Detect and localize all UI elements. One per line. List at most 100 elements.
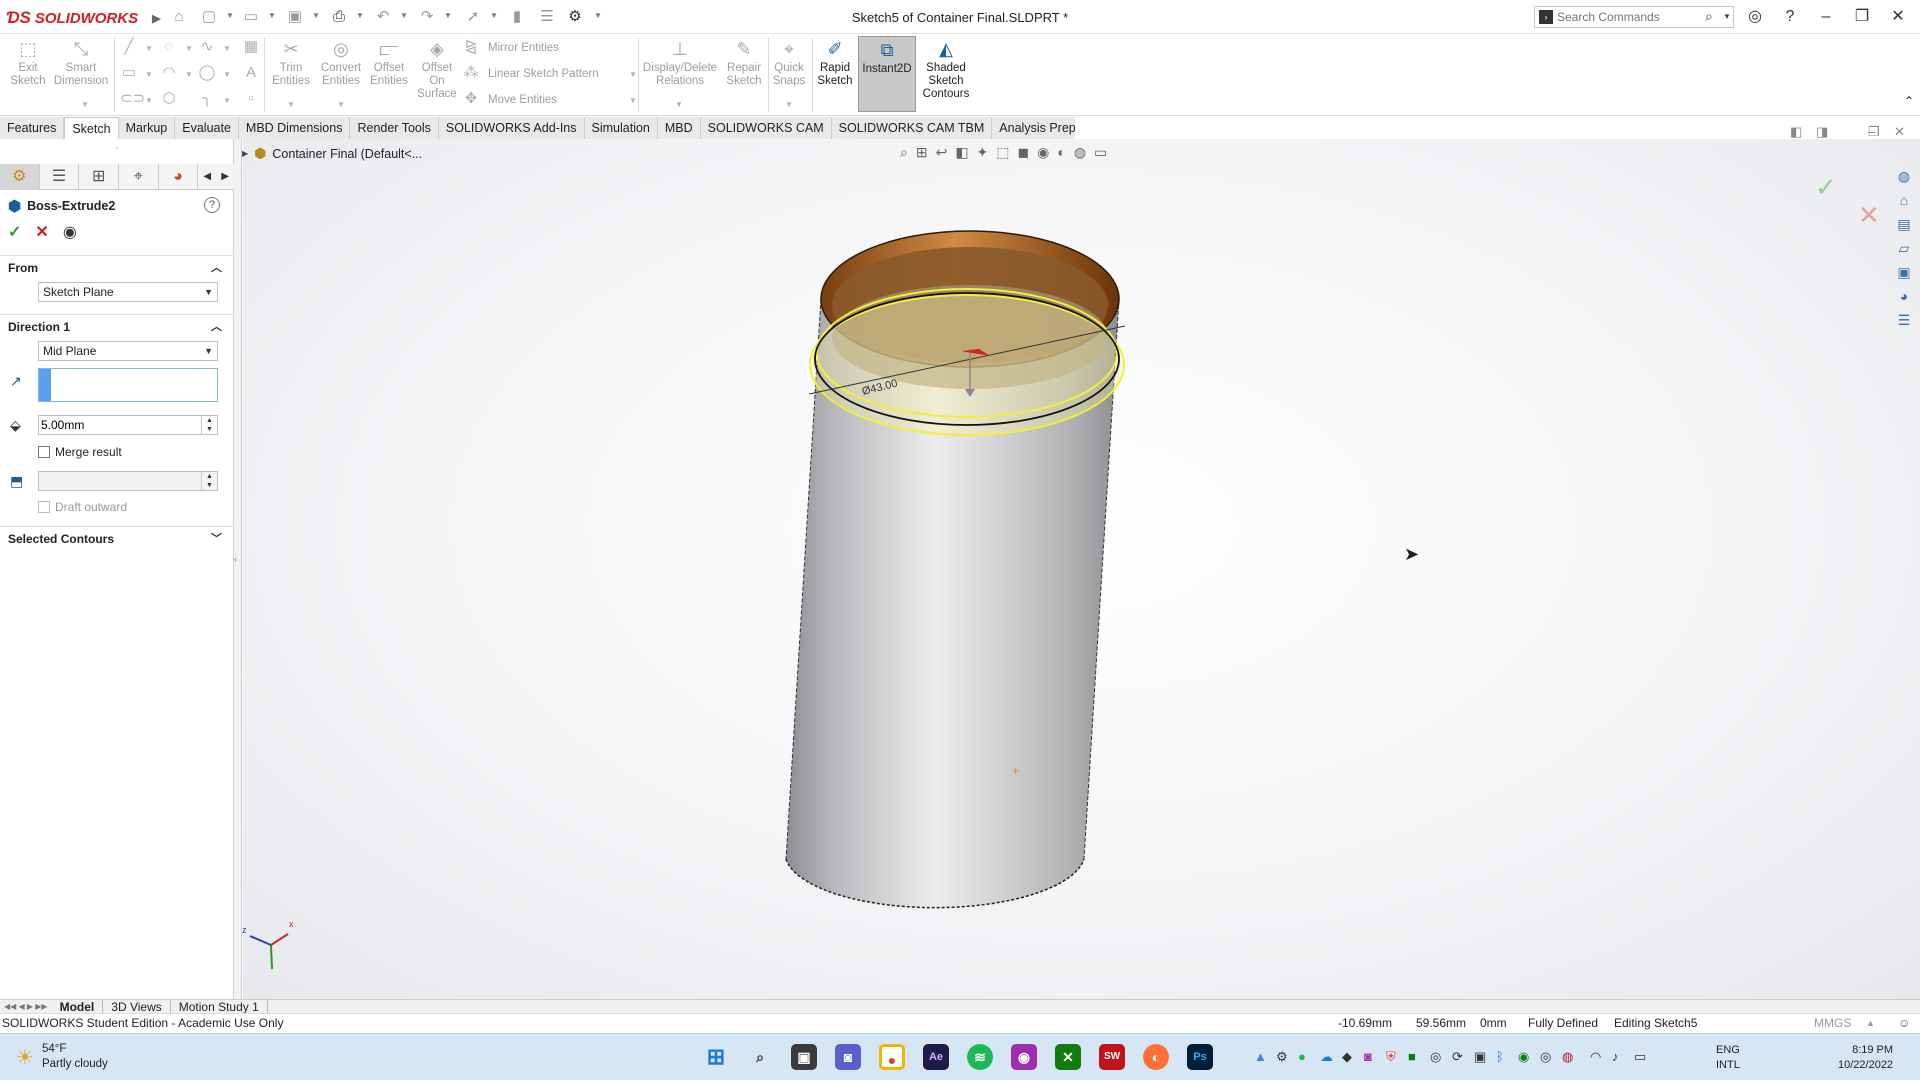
- confirm-cancel-icon[interactable]: ✕: [1858, 200, 1880, 231]
- from-dropdown[interactable]: Sketch Plane ▼: [38, 282, 218, 302]
- clock[interactable]: 8:19 PM 10/22/2022: [1838, 1043, 1893, 1073]
- spin-arrows-icon[interactable]: ▲ ▼: [201, 416, 217, 434]
- units-selector[interactable]: MMGS: [1814, 1014, 1851, 1033]
- direction-selection-box[interactable]: [38, 368, 218, 402]
- direction1-section-header[interactable]: Direction 1 ︿: [0, 314, 234, 338]
- firefox-icon[interactable]: ◐: [1143, 1044, 1169, 1070]
- rectangle-dropdown-icon[interactable]: ▼: [140, 66, 158, 84]
- expand-caret-icon[interactable]: ▶: [242, 149, 248, 158]
- hide-show-items-icon[interactable]: ◉: [1037, 144, 1049, 161]
- open-dropdown-icon[interactable]: ▼: [268, 12, 276, 20]
- zoom-to-fit-icon[interactable]: ⌕: [900, 144, 908, 161]
- draft-icon[interactable]: ⬒: [10, 473, 23, 490]
- appearances-icon[interactable]: ◕: [1893, 286, 1915, 306]
- slot-icon[interactable]: ⊂⊃: [120, 90, 145, 108]
- linear-sketch-pattern-button[interactable]: Linear Sketch Pattern: [488, 68, 599, 80]
- preview-eye-icon[interactable]: ◉: [63, 222, 77, 242]
- linear-pattern-icon[interactable]: ⁂: [462, 64, 480, 82]
- depth-input[interactable]: [41, 417, 191, 433]
- move-entities-button[interactable]: Move Entities: [488, 94, 557, 106]
- spin-arrows-icon[interactable]: ▲ ▼: [201, 472, 217, 490]
- convert-dropdown-icon[interactable]: ▼: [332, 96, 350, 114]
- ellipse-dropdown-icon[interactable]: ▼: [218, 66, 236, 84]
- drive-tray-icon[interactable]: ▲: [1254, 1049, 1267, 1064]
- tabs-scroll-right-icon[interactable]: ▶: [216, 164, 234, 190]
- viewport-close-icon[interactable]: ✕: [1894, 124, 1905, 140]
- point-icon[interactable]: ▫: [242, 90, 260, 108]
- feature-tree-flyout[interactable]: ▶ ⬢ Container Final (Default<...: [242, 145, 422, 162]
- tab-nav-arrows-icon[interactable]: ◀◀ ◀ ▶ ▶▶: [0, 1002, 52, 1011]
- tab-markup[interactable]: Markup: [118, 117, 176, 139]
- bottom-tab-model[interactable]: Model: [52, 999, 104, 1014]
- tile-right-icon[interactable]: ◨: [1816, 124, 1828, 140]
- dropbox-tray-icon[interactable]: ◆: [1342, 1049, 1352, 1065]
- select-icon[interactable]: ➚: [464, 8, 482, 26]
- tabs-scroll-left-icon[interactable]: ◀: [198, 164, 216, 190]
- select-dropdown-icon[interactable]: ▼: [490, 12, 498, 20]
- ok-check-icon[interactable]: ✓: [8, 222, 21, 242]
- new-document-icon[interactable]: ▢: [200, 8, 218, 26]
- selected-contour-outer[interactable]: [809, 294, 1125, 436]
- search-input[interactable]: [1557, 9, 1707, 25]
- mirror-entities-button[interactable]: Mirror Entities: [488, 42, 559, 54]
- help-icon[interactable]: ?: [1780, 7, 1800, 27]
- circle-icon[interactable]: ◌: [160, 38, 178, 56]
- tab-mbd[interactable]: MBD: [657, 117, 701, 139]
- feature-tree-tab[interactable]: ⚙: [0, 164, 40, 190]
- search-icon[interactable]: ⌕: [747, 1044, 773, 1070]
- volume-icon[interactable]: ♪: [1612, 1049, 1619, 1064]
- notification-tray-icon[interactable]: ◍: [1562, 1049, 1573, 1065]
- slot-dropdown-icon[interactable]: ▼: [140, 92, 158, 110]
- tab-features[interactable]: Features: [0, 117, 65, 139]
- spline-icon[interactable]: ∿: [198, 38, 216, 56]
- file-explorer-icon[interactable]: ▱: [1893, 238, 1915, 258]
- dynamic-annotation-icon[interactable]: ✦: [977, 144, 989, 161]
- line-icon[interactable]: ╱: [120, 38, 138, 56]
- snaps-dropdown-icon[interactable]: ▼: [780, 96, 798, 114]
- close-window-icon[interactable]: ✕: [1888, 7, 1908, 27]
- user-account-icon[interactable]: ◎: [1745, 7, 1765, 27]
- viewport-restore-icon[interactable]: ❐: [1868, 124, 1880, 140]
- view-settings-icon[interactable]: ▭: [1094, 144, 1107, 161]
- solidworks-resources-icon[interactable]: ◍: [1893, 166, 1915, 186]
- home-icon[interactable]: ⌂: [1893, 190, 1915, 210]
- new-dropdown-icon[interactable]: ▼: [226, 12, 234, 20]
- rectangle-icon[interactable]: ▭: [120, 64, 138, 82]
- end-condition-dropdown[interactable]: Mid Plane ▼: [38, 341, 218, 361]
- onedrive-tray-icon[interactable]: ☁: [1320, 1049, 1333, 1065]
- edit-appearance-icon[interactable]: ◐: [1057, 144, 1065, 161]
- photoshop-icon[interactable]: Ps: [1187, 1044, 1213, 1070]
- redo-icon[interactable]: ↷: [418, 8, 436, 26]
- menu-expand-icon[interactable]: ▶: [152, 12, 160, 25]
- smart-dimension-dropdown-icon[interactable]: ▼: [76, 96, 94, 114]
- merge-result-checkbox[interactable]: Merge result: [38, 445, 122, 459]
- app-tray-icon[interactable]: ◙: [1364, 1049, 1372, 1064]
- camera-app-icon[interactable]: ◉: [1011, 1044, 1037, 1070]
- undo-dropdown-icon[interactable]: ▼: [400, 12, 408, 20]
- arc-icon[interactable]: ◠: [160, 64, 178, 82]
- tab-solidworks-cam-tbm[interactable]: SOLIDWORKS CAM TBM: [831, 117, 993, 139]
- print-icon[interactable]: ⎙: [330, 8, 348, 26]
- move-icon[interactable]: ✥: [462, 90, 480, 108]
- custom-properties-icon[interactable]: ☰: [1893, 310, 1915, 330]
- exit-sketch-button[interactable]: ⬚ Exit Sketch: [6, 38, 50, 88]
- offset-on-surface-button[interactable]: ◈ Offset On Surface: [414, 38, 460, 101]
- teams-chat-icon[interactable]: ◙: [835, 1044, 861, 1070]
- direction-arrow-icon[interactable]: ↗: [10, 373, 22, 390]
- task-view-icon[interactable]: ▣: [791, 1044, 817, 1070]
- minimize-icon[interactable]: –: [1816, 7, 1836, 27]
- undo-icon[interactable]: ↶: [374, 8, 392, 26]
- panel-splitter[interactable]: ‹: [234, 139, 242, 999]
- steam-tray-icon[interactable]: ⚙: [1276, 1049, 1288, 1065]
- solidworks-taskbar-icon[interactable]: SW: [1099, 1044, 1125, 1070]
- spotify-tray-icon[interactable]: ●: [1298, 1049, 1306, 1064]
- bluetooth-tray-icon[interactable]: ᛒ: [1496, 1049, 1504, 1064]
- display-manager-tab[interactable]: ◕: [159, 164, 199, 190]
- display-style-icon[interactable]: ◼: [1018, 144, 1030, 161]
- ellipse-icon[interactable]: ◯: [198, 64, 216, 82]
- text-icon[interactable]: A: [242, 64, 260, 82]
- dimxpert-tab[interactable]: ⌖: [119, 164, 159, 190]
- save-icon[interactable]: ▣: [286, 8, 304, 26]
- section-view-icon[interactable]: ◧: [955, 144, 968, 161]
- mirror-icon[interactable]: ⧎: [462, 38, 480, 56]
